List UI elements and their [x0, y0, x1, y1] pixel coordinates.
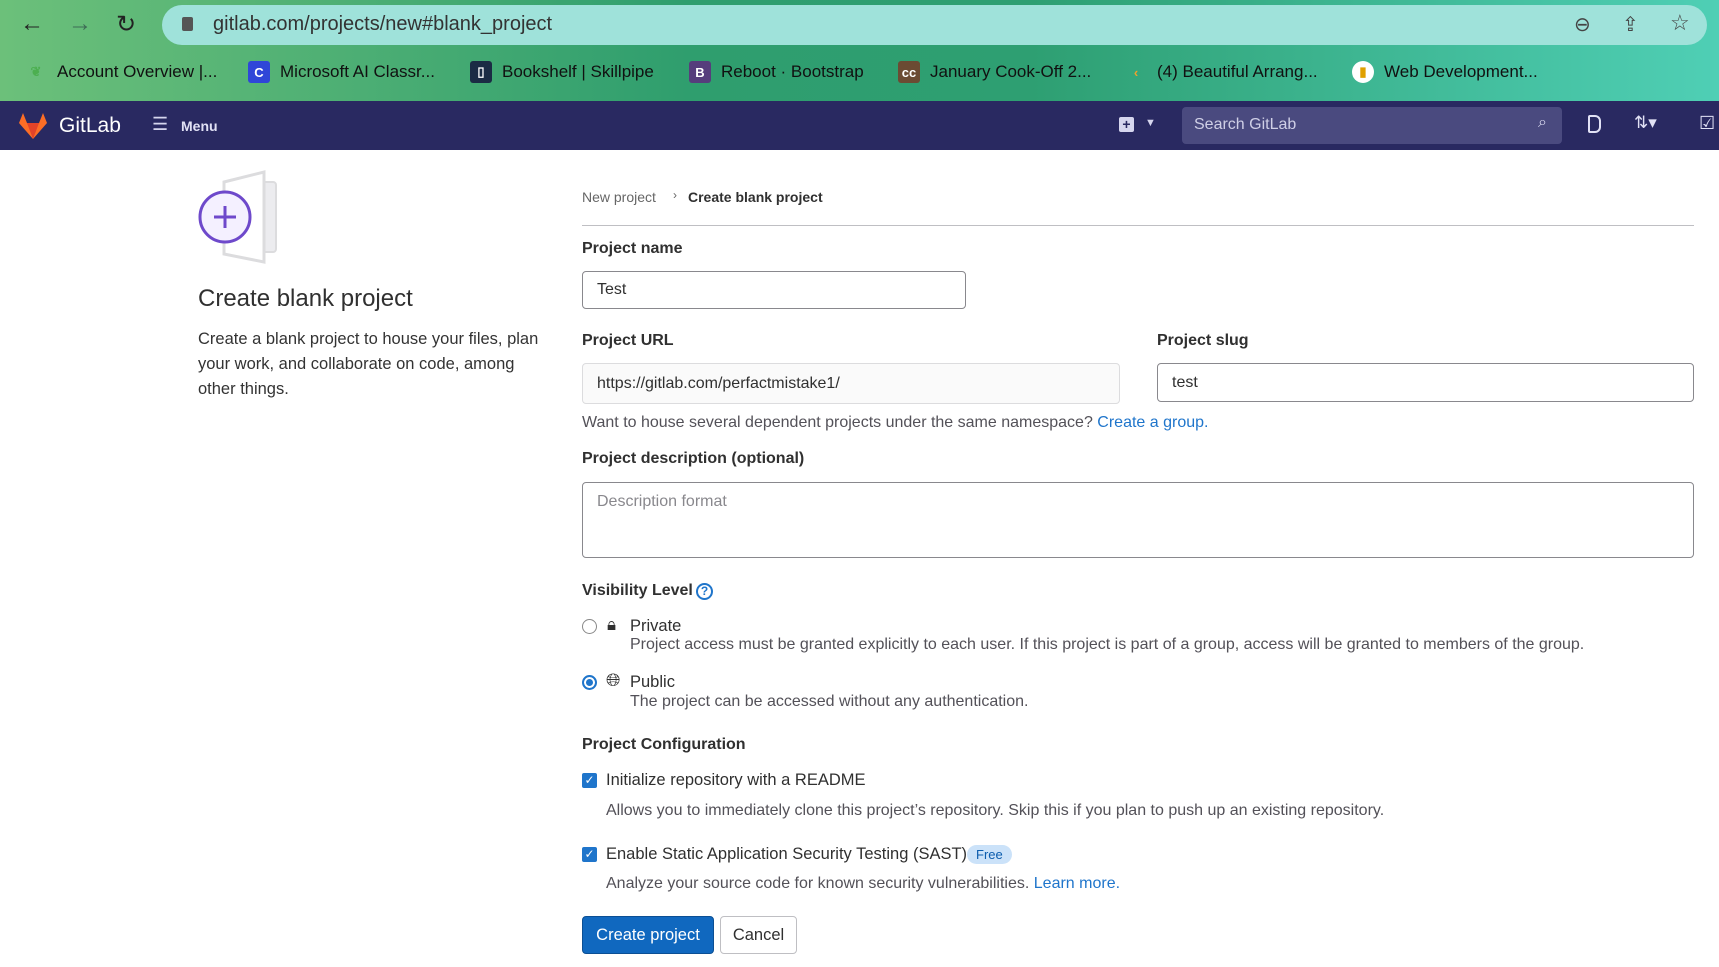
readme-description: Allows you to immediately clone this pro… — [606, 802, 1385, 819]
blank-project-illustration-icon — [198, 170, 277, 264]
book-icon: ▯ — [470, 61, 492, 83]
bookmark-label: Bookshelf | Skillpipe — [502, 62, 654, 81]
lock-icon: 🔒︎ — [607, 615, 617, 634]
zoom-icon[interactable]: ⊖ — [1574, 12, 1591, 37]
menu-icon[interactable]: ☰ — [152, 114, 168, 135]
globe-icon: 🌐︎ — [606, 670, 621, 690]
create-group-link[interactable]: Create a group. — [1097, 414, 1208, 431]
star-icon[interactable]: ☆ — [1670, 10, 1690, 36]
public-label[interactable]: Public — [630, 673, 675, 692]
divider — [582, 225, 1694, 226]
project-name-label: Project name — [582, 240, 683, 257]
sast-description: Analyze your source code for known secur… — [606, 875, 1120, 893]
bookmark[interactable]: C Microsoft AI Classr... — [248, 60, 435, 84]
bookmark-label: Account Overview |... — [57, 62, 218, 81]
project-description-label: Project description (optional) — [582, 450, 805, 467]
project-slug-label: Project slug — [1157, 332, 1249, 349]
bookmark[interactable]: ❦ Account Overview |... — [25, 60, 218, 84]
private-label[interactable]: Private — [630, 617, 681, 636]
bookmark-label: Microsoft AI Classr... — [280, 62, 435, 81]
forward-icon[interactable]: → — [68, 10, 92, 38]
search-icon: ⌕ — [1538, 114, 1547, 131]
intro-description: Create a blank project to house your fil… — [198, 330, 539, 398]
merge-requests-icon[interactable]: ⇅▾ — [1634, 113, 1657, 133]
project-url-input[interactable]: https://gitlab.com/perfactmistake1/ — [582, 363, 1120, 404]
visibility-public-radio[interactable] — [582, 675, 597, 690]
classroom-icon: C — [248, 61, 270, 83]
todos-icon[interactable]: ☑ — [1699, 113, 1715, 134]
bookmark[interactable]: ‹ (4) Beautiful Arrang... — [1125, 60, 1318, 84]
cancel-button[interactable]: Cancel — [720, 916, 797, 954]
bookmark-label: January Cook-Off 2... — [930, 62, 1092, 81]
gitlab-brand[interactable]: GitLab — [59, 114, 121, 138]
sast-checkbox[interactable]: ✓ — [582, 847, 597, 862]
lock-icon — [182, 17, 193, 31]
breadcrumb-current: Create blank project — [688, 189, 823, 205]
readme-label[interactable]: Initialize repository with a README — [606, 771, 866, 790]
project-configuration-label: Project Configuration — [582, 736, 746, 753]
project-slug-input[interactable]: test — [1157, 363, 1694, 402]
bookmark[interactable]: B Reboot · Bootstrap — [689, 60, 864, 84]
readme-checkbox[interactable]: ✓ — [582, 773, 597, 788]
bookmark-label: (4) Beautiful Arrang... — [1157, 62, 1318, 81]
reload-icon[interactable]: ↻ — [116, 10, 136, 39]
namespace-help: Want to house several dependent projects… — [582, 414, 1208, 432]
bookmark-label: Reboot · Bootstrap — [721, 62, 864, 81]
chevron-down-icon[interactable]: ▼ — [1145, 117, 1156, 129]
private-description: Project access must be granted explicitl… — [630, 636, 1585, 653]
breadcrumb-new-project[interactable]: New project — [582, 189, 656, 205]
create-project-button[interactable]: Create project — [582, 916, 714, 954]
project-url-label: Project URL — [582, 332, 674, 349]
back-icon[interactable]: ← — [20, 10, 44, 38]
web-dev-icon: ▮ — [1352, 61, 1374, 83]
codechef-icon: cc — [898, 61, 920, 83]
menu-button[interactable]: Menu — [181, 118, 218, 134]
bookmark[interactable]: ▯ Bookshelf | Skillpipe — [470, 60, 654, 84]
help-icon[interactable]: ? — [696, 583, 713, 600]
learn-more-link[interactable]: Learn more. — [1034, 875, 1120, 892]
free-badge: Free — [967, 845, 1012, 864]
intro-title: Create blank project — [198, 285, 413, 312]
project-description-textarea[interactable]: Description format — [582, 482, 1694, 558]
bookmark-label: Web Development... — [1384, 62, 1538, 81]
leaf-icon: ❦ — [30, 64, 42, 79]
visibility-level-label: Visibility Level — [582, 582, 693, 599]
project-name-input[interactable]: Test — [582, 271, 966, 309]
public-description: The project can be accessed without any … — [630, 693, 1029, 710]
bookmark[interactable]: ▮ Web Development... — [1352, 60, 1538, 84]
issues-icon[interactable] — [1588, 115, 1601, 133]
visibility-private-radio[interactable] — [582, 619, 597, 634]
share-icon[interactable]: ⇪ — [1622, 12, 1639, 37]
sast-label[interactable]: Enable Static Application Security Testi… — [606, 845, 967, 864]
new-item-icon[interactable]: + — [1119, 117, 1134, 132]
namespace-help-text: Want to house several dependent projects… — [582, 414, 1093, 431]
search-input[interactable]: Search GitLab — [1182, 107, 1562, 144]
bootstrap-icon: B — [689, 61, 711, 83]
breadcrumb-chevron-icon: › — [673, 188, 677, 202]
leetcode-icon: ‹ — [1133, 64, 1139, 80]
sast-description-text: Analyze your source code for known secur… — [606, 875, 1030, 892]
bookmark[interactable]: cc January Cook-Off 2... — [898, 60, 1091, 84]
gitlab-logo-icon[interactable] — [18, 112, 48, 140]
url-text[interactable]: gitlab.com/projects/new#blank_project — [213, 13, 552, 36]
